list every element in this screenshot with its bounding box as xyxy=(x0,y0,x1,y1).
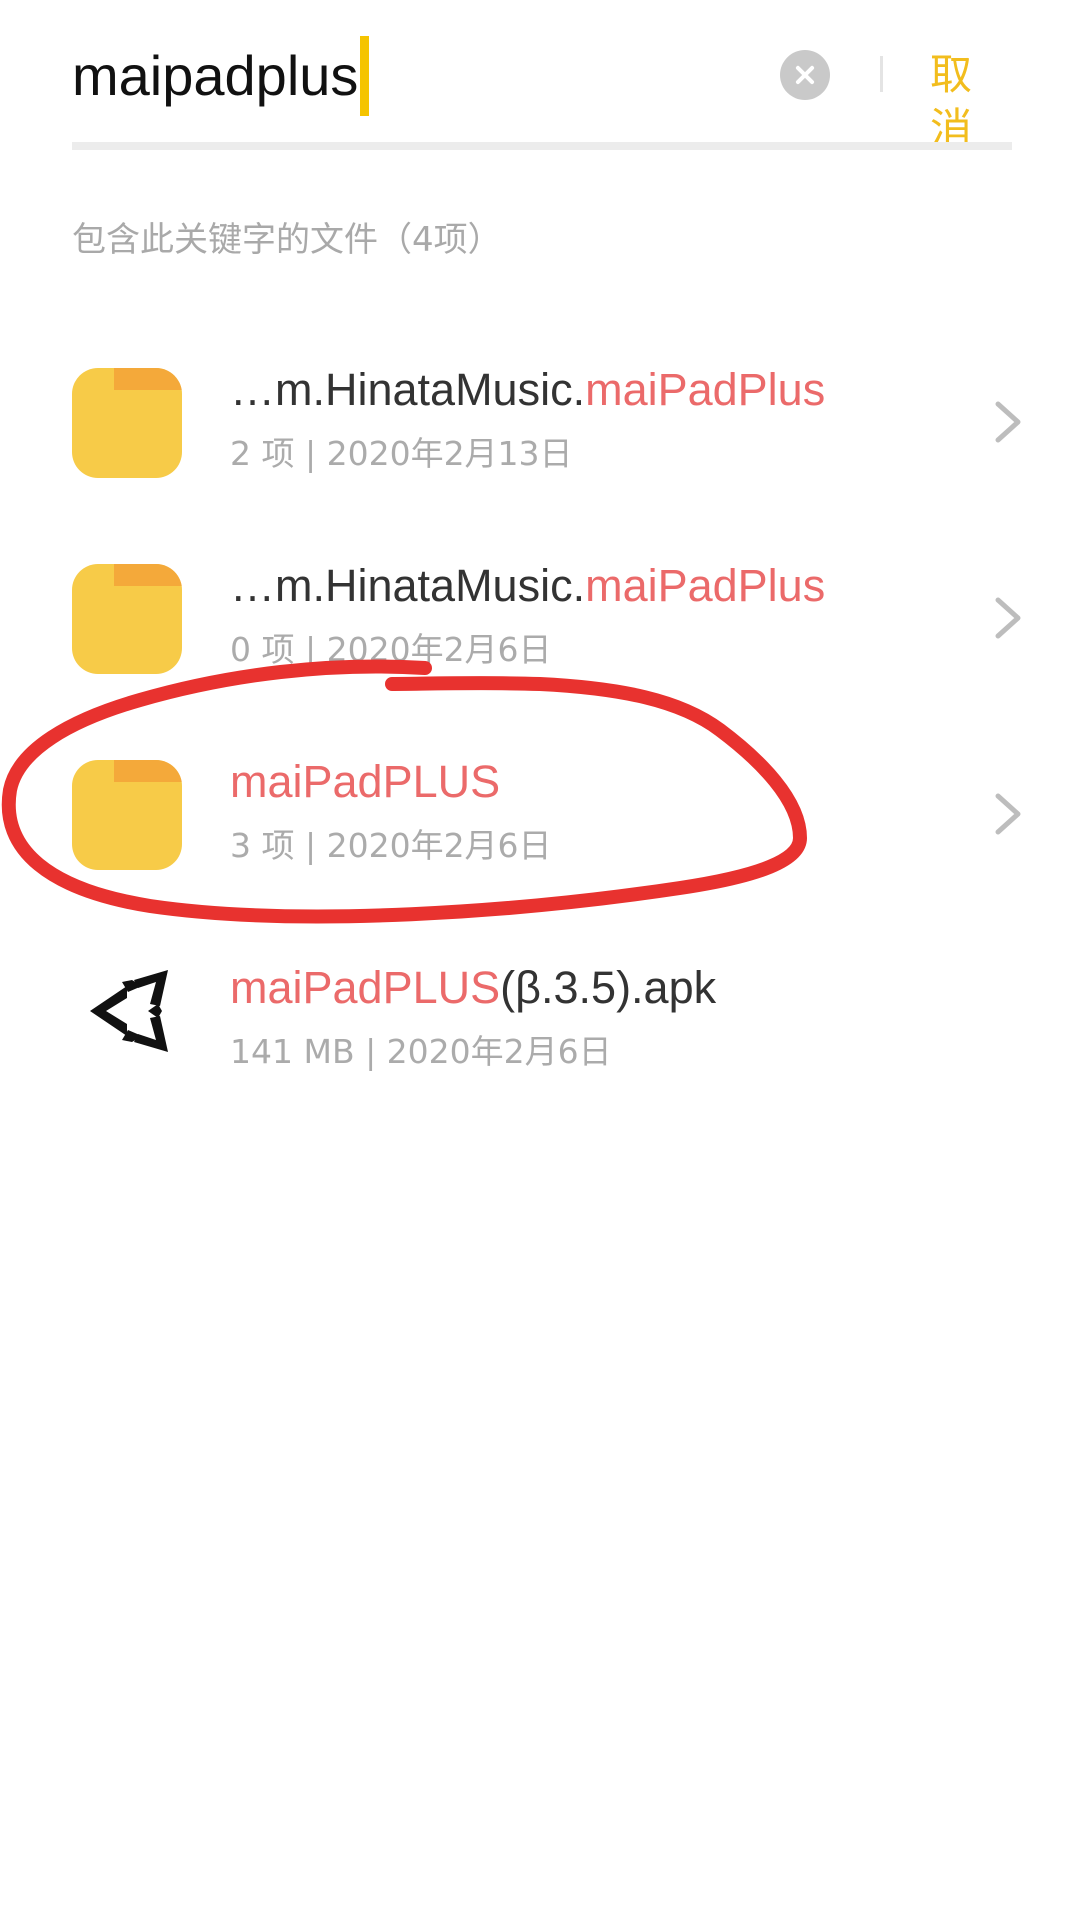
search-underline xyxy=(72,142,1012,150)
unity-apk-icon xyxy=(90,970,168,1052)
cancel-button[interactable]: 取消 xyxy=(930,48,1012,156)
item-title: maiPadPLUS(β.3.5).apk xyxy=(230,962,717,1013)
item-title: …m.HinataMusic.maiPadPlus xyxy=(230,560,826,611)
list-item[interactable]: maiPadPLUS 3 项 | 2020年2月6日 xyxy=(0,710,1080,906)
item-meta: 2 项 | 2020年2月13日 xyxy=(230,434,573,473)
folder-icon xyxy=(72,564,182,674)
folder-icon xyxy=(72,760,182,870)
chevron-right-icon xyxy=(995,597,1021,639)
list-item[interactable]: …m.HinataMusic.maiPadPlus 2 项 | 2020年2月1… xyxy=(0,318,1080,514)
chevron-right-icon xyxy=(995,793,1021,835)
list-item[interactable]: …m.HinataMusic.maiPadPlus 0 项 | 2020年2月6… xyxy=(0,514,1080,710)
item-title: …m.HinataMusic.maiPadPlus xyxy=(230,364,826,415)
chevron-right-icon xyxy=(995,401,1021,443)
search-input[interactable]: maipadplus xyxy=(72,36,370,120)
divider xyxy=(880,56,883,92)
results-header: 包含此关键字的文件（4项） xyxy=(72,220,502,260)
item-meta: 3 项 | 2020年2月6日 xyxy=(230,826,552,865)
text-cursor xyxy=(360,36,370,117)
folder-icon xyxy=(72,368,182,478)
clear-search-button[interactable] xyxy=(780,50,830,100)
item-title: maiPadPLUS xyxy=(230,756,501,807)
search-query-text: maipadplus xyxy=(72,44,359,107)
item-meta: 141 MB | 2020年2月6日 xyxy=(230,1032,612,1071)
search-bar: maipadplus 取消 xyxy=(72,0,1012,153)
item-meta: 0 项 | 2020年2月6日 xyxy=(230,630,552,669)
list-item[interactable]: maiPadPLUS(β.3.5).apk 141 MB | 2020年2月6日 xyxy=(0,916,1080,1112)
